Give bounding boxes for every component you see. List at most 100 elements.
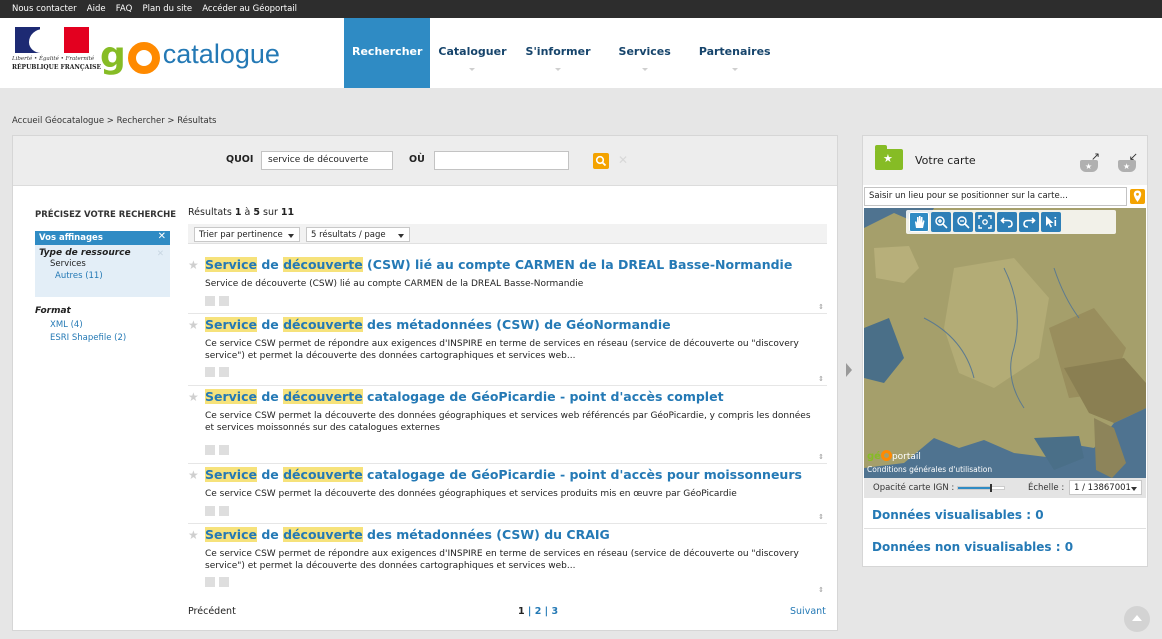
map-view[interactable]: gé portail Conditions générales d'utilisa…: [864, 208, 1146, 478]
redo-button[interactable]: [1019, 212, 1039, 232]
results-count: Résultats 1 à 5 sur 11: [188, 207, 294, 218]
title-part: de: [256, 527, 284, 542]
result-title[interactable]: Service de découverte (CSW) lié au compt…: [205, 257, 792, 272]
expand-icon[interactable]: ⇕: [818, 513, 824, 521]
nav-sinformer[interactable]: S'informer: [518, 18, 599, 88]
flag-icon: [15, 27, 90, 53]
export-map-icon[interactable]: ★ ↗: [1078, 150, 1100, 172]
map-icon[interactable]: [219, 506, 229, 516]
remove-facet-icon[interactable]: ✕: [157, 248, 164, 260]
chevron-down-icon: [642, 68, 648, 72]
nav-services[interactable]: Services: [611, 18, 679, 88]
collapse-map-arrow-icon[interactable]: [846, 363, 852, 377]
republique-francaise-logo[interactable]: Liberté • Égalité • Fraternité RÉPUBLIQU…: [12, 27, 101, 82]
map-icon[interactable]: [219, 296, 229, 306]
expand-icon[interactable]: ⇕: [818, 453, 824, 461]
dropdown-arrow-icon: [1131, 487, 1137, 491]
import-map-icon[interactable]: ★ ↙: [1116, 150, 1138, 172]
search-button[interactable]: [593, 153, 609, 169]
redo-icon: [1023, 217, 1036, 228]
favorite-star-icon[interactable]: ★: [188, 318, 199, 332]
next-page-link[interactable]: Suivant: [790, 606, 826, 617]
title-part: (CSW) lié au compte CARMEN de la DREAL B…: [362, 257, 793, 272]
visualisable-data-count[interactable]: Données visualisables : 0: [872, 508, 1044, 522]
map-icon[interactable]: [219, 577, 229, 587]
hand-icon: [915, 216, 925, 228]
result-actions: [205, 506, 229, 516]
terms-link[interactable]: Conditions générales d'utilisation: [867, 465, 992, 474]
pan-tool-button[interactable]: [909, 212, 929, 232]
geoportail-link[interactable]: Accéder au Géoportail: [202, 4, 297, 14]
download-icon[interactable]: [205, 367, 215, 377]
nav-rechercher[interactable]: Rechercher: [344, 18, 431, 88]
page-link[interactable]: 3: [551, 606, 558, 617]
non-visualisable-data-count[interactable]: Données non visualisables : 0: [872, 540, 1073, 554]
close-icon[interactable]: ✕: [158, 231, 166, 242]
chevron-down-icon: [555, 68, 561, 72]
zoom-out-button[interactable]: [953, 212, 973, 232]
help-link[interactable]: Aide: [87, 4, 106, 14]
contact-link[interactable]: Nous contacter: [12, 4, 77, 14]
facet-option-xml[interactable]: XML (4): [50, 320, 83, 330]
result-title[interactable]: Service de découverte catalogage de GéoP…: [205, 389, 724, 404]
marianne-icon: [29, 29, 55, 53]
active-filters-box: Vos affinages ✕ Type de ressource Servic…: [35, 231, 170, 297]
result-title[interactable]: Service de découverte des métadonnées (C…: [205, 317, 671, 332]
nav-label: Cataloguer: [438, 45, 507, 58]
opacity-slider[interactable]: [957, 484, 1005, 492]
ou-input[interactable]: [434, 151, 569, 170]
geoportail-logo[interactable]: gé portail: [867, 450, 921, 462]
sitemap-link[interactable]: Plan du site: [142, 4, 192, 14]
expand-icon[interactable]: ⇕: [818, 375, 824, 383]
per-page-select[interactable]: 5 résultats / page: [306, 227, 410, 242]
hl-service: Service: [205, 389, 257, 404]
locate-button[interactable]: [1130, 189, 1145, 204]
dropdown-arrow-icon: [288, 234, 294, 238]
undo-button[interactable]: [997, 212, 1017, 232]
zoom-in-button[interactable]: [931, 212, 951, 232]
facet-option-shapefile[interactable]: ESRI Shapefile (2): [50, 333, 126, 343]
hl-decouverte: découverte: [283, 389, 363, 404]
map-icon[interactable]: [219, 445, 229, 455]
geocatalogue-logo[interactable]: g catalogue: [100, 36, 280, 76]
geoportail-g: gé: [867, 451, 881, 462]
nav-cataloguer[interactable]: Cataloguer: [430, 18, 514, 88]
scale-select[interactable]: 1 / 13867001: [1069, 480, 1142, 495]
clear-search-button[interactable]: ✕: [618, 153, 628, 167]
republic-text: RÉPUBLIQUE FRANÇAISE: [12, 64, 102, 71]
faq-link[interactable]: FAQ: [116, 4, 132, 14]
expand-icon[interactable]: ⇕: [818, 586, 824, 594]
opacity-slider-thumb[interactable]: [990, 484, 993, 492]
result-title[interactable]: Service de découverte des métadonnées (C…: [205, 527, 610, 542]
active-filters-label: Vos affinages: [39, 233, 103, 243]
map-icon[interactable]: [219, 367, 229, 377]
result-title[interactable]: Service de découverte catalogage de GéoP…: [205, 467, 802, 482]
scroll-to-top-button[interactable]: [1124, 606, 1150, 632]
previous-page-link[interactable]: Précédent: [188, 606, 236, 617]
quoi-input[interactable]: service de découverte: [261, 151, 393, 170]
favorite-star-icon[interactable]: ★: [188, 390, 199, 404]
zoom-extent-button[interactable]: [975, 212, 995, 232]
sort-select[interactable]: Trier par pertinence: [194, 227, 300, 242]
favorite-star-icon[interactable]: ★: [188, 528, 199, 542]
facet-group-title: Type de ressource: [39, 248, 131, 258]
logo-catalogue-text: catalogue: [162, 38, 280, 69]
download-icon[interactable]: [205, 296, 215, 306]
download-icon[interactable]: [205, 577, 215, 587]
count-prefix: Résultats: [188, 207, 235, 218]
expand-icon[interactable]: ⇕: [818, 303, 824, 311]
download-icon[interactable]: [205, 506, 215, 516]
result-description: Ce service CSW permet la découverte des …: [205, 411, 811, 433]
logo-o-icon: [880, 450, 892, 461]
page-link-current[interactable]: 1: [518, 606, 525, 617]
info-tool-button[interactable]: [1041, 212, 1061, 232]
place-search-input[interactable]: Saisir un lieu pour se positionner sur l…: [864, 187, 1127, 206]
result-actions: [205, 296, 229, 306]
favorite-star-icon[interactable]: ★: [188, 258, 199, 272]
count-from: 1: [234, 207, 242, 218]
favorite-star-icon[interactable]: ★: [188, 468, 199, 482]
download-icon[interactable]: [205, 445, 215, 455]
facet-option-autres[interactable]: Autres (11): [35, 270, 170, 282]
nav-partenaires[interactable]: Partenaires: [691, 18, 779, 88]
breadcrumb[interactable]: Accueil Géocatalogue > Rechercher > Résu…: [12, 116, 217, 126]
